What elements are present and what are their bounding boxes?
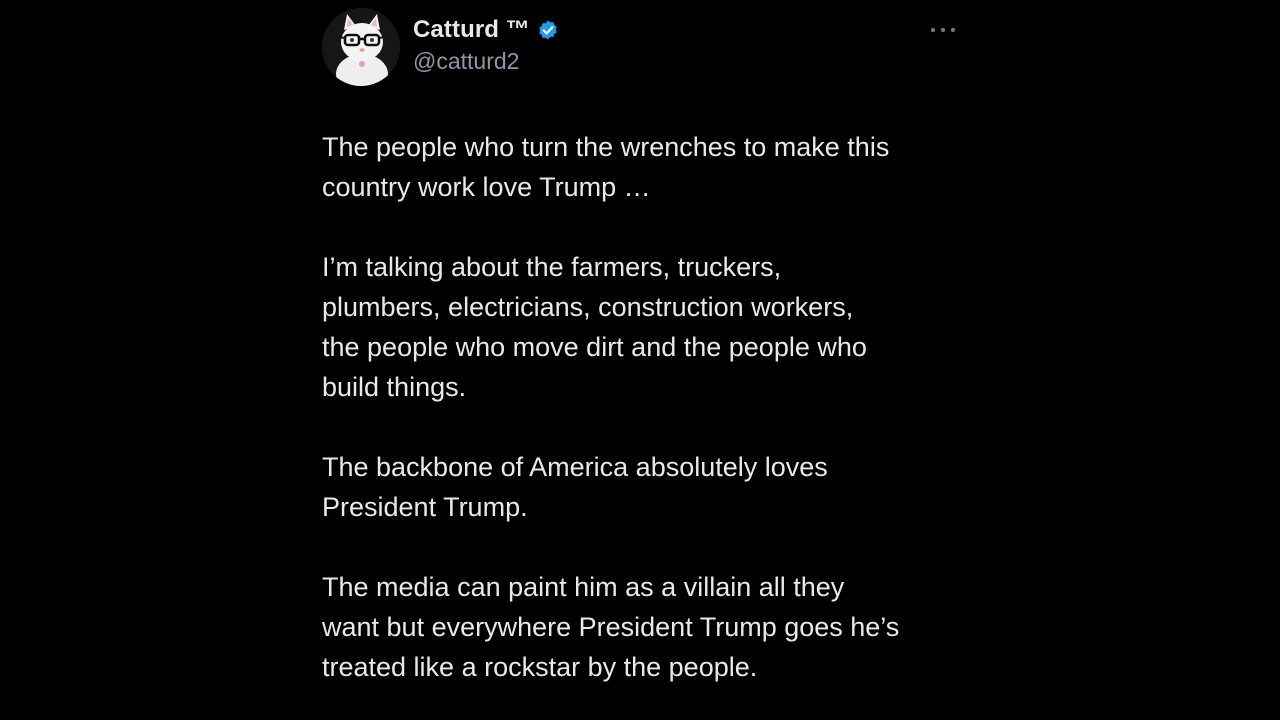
tweet-paragraph-1: The people who turn the wrenches to make… xyxy=(322,132,890,202)
author-block: Catturd ™ @catturd2 xyxy=(413,14,560,75)
tweet-card: Catturd ™ @catturd2 The people who turn … xyxy=(322,8,962,720)
ellipsis-icon xyxy=(930,27,956,33)
author-handle[interactable]: @catturd2 xyxy=(413,48,560,75)
tweet-paragraph-2: I’m talking about the farmers, truckers,… xyxy=(322,252,867,402)
tweet-paragraph-4: The media can paint him as a villain all… xyxy=(322,572,900,682)
more-options-button[interactable] xyxy=(928,18,958,42)
display-name[interactable]: Catturd ™ xyxy=(413,16,530,44)
cat-avatar-icon xyxy=(322,8,400,86)
tweet-paragraph-3: The backbone of America absolutely loves… xyxy=(322,452,828,522)
tweet-text: The people who turn the wrenches to make… xyxy=(322,127,972,720)
name-row: Catturd ™ xyxy=(413,14,560,46)
tweet-header: Catturd ™ @catturd2 xyxy=(322,8,962,88)
avatar[interactable] xyxy=(322,8,400,86)
verified-badge-icon xyxy=(536,18,560,42)
